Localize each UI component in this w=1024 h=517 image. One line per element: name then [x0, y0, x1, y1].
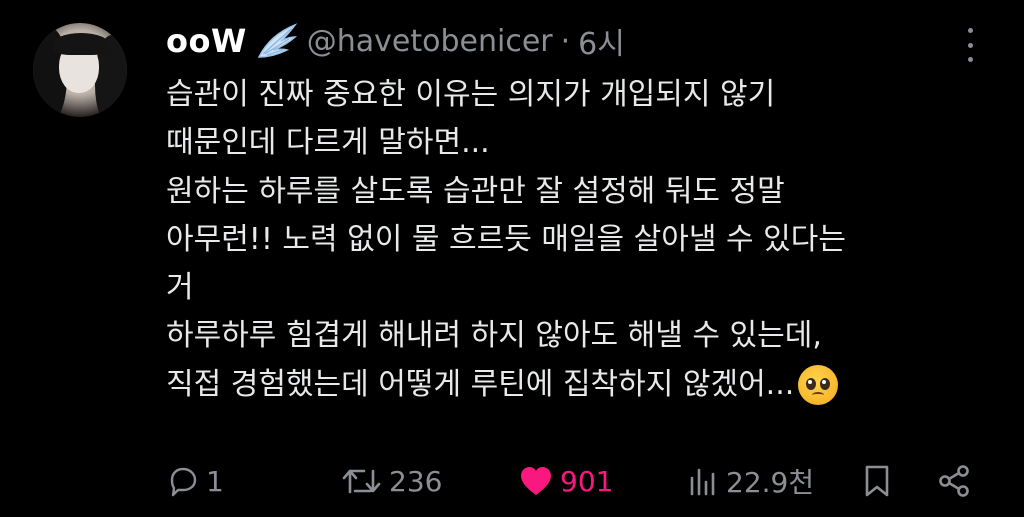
tweet-line: 원하는 하루를 살도록 습관만 잘 설정해 둬도 정말: [166, 173, 785, 209]
tweet-line: 습관이 진짜 중요한 이유는 의지가 개입되지 않기: [166, 77, 776, 112]
share-button[interactable]: [936, 458, 972, 504]
reply-count: 1: [206, 464, 224, 498]
tweet-line-last: 직접 경험했는데 어떻게 루틴에 집착하지 않겠어...: [166, 361, 986, 409]
tweet-header: ooW @havetobenicer · 6시: [166, 18, 625, 64]
tweet-actions: 1 236 901 22.9천: [166, 458, 996, 504]
bookmark-icon: [860, 463, 894, 499]
tweet-line: 거: [166, 270, 194, 306]
tweet-line: 때문인데 다르게 말하면...: [166, 125, 490, 161]
avatar[interactable]: [33, 23, 127, 117]
pleading-face-emoji: [798, 364, 839, 405]
author-handle[interactable]: @havetobenicer: [307, 24, 553, 59]
author-name[interactable]: ooW: [166, 22, 247, 60]
reply-icon: [166, 464, 200, 498]
views-count: 22.9천: [726, 466, 815, 499]
tweet-line: 아무런!! 노력 없이 물 흐르듯 매일을 살아낼 수 있다는: [166, 221, 846, 257]
more-options-icon[interactable]: [956, 28, 984, 62]
separator-dot: ·: [560, 23, 571, 59]
heart-icon: [518, 464, 554, 498]
bookmark-button[interactable]: [860, 458, 894, 504]
tweet-time[interactable]: 6시: [578, 19, 625, 63]
angel-wing-icon: [255, 23, 299, 59]
views-button[interactable]: 22.9천: [686, 458, 814, 504]
tweet-line: 하루하루 힘겹게 해내려 하지 않아도 해낼 수 있는데,: [166, 318, 822, 354]
retweet-count: 236: [389, 464, 443, 498]
like-count: 901: [560, 464, 614, 498]
retweet-button[interactable]: 236: [341, 458, 442, 504]
share-icon: [936, 463, 972, 499]
retweet-icon: [341, 464, 383, 498]
views-chart-icon: [686, 464, 720, 498]
like-button[interactable]: 901: [518, 458, 613, 504]
tweet-line-text: 직접 경험했는데 어떻게 루틴에 집착하지 않겠어...: [166, 366, 795, 402]
reply-button[interactable]: 1: [166, 458, 224, 504]
tweet-text: 습관이 진짜 중요한 이유는 의지가 개입되지 않기 때문인데 다르게 말하면.…: [166, 71, 986, 409]
